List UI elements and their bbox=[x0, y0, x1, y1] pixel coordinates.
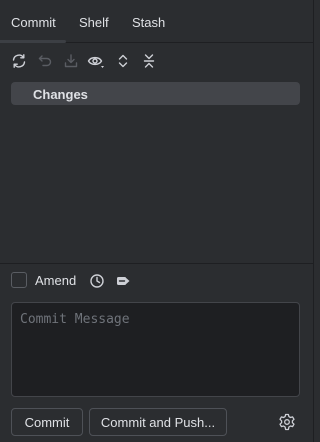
commit-toolbar bbox=[0, 48, 313, 74]
commit-options-icon[interactable] bbox=[113, 271, 133, 291]
amend-checkbox[interactable] bbox=[11, 272, 27, 288]
changes-label: Changes bbox=[33, 87, 88, 102]
active-tab-indicator bbox=[0, 40, 66, 43]
tab-bar: Commit Shelf Stash bbox=[0, 0, 313, 43]
gear-icon[interactable] bbox=[278, 413, 296, 431]
collapse-all-icon[interactable] bbox=[139, 51, 159, 71]
rollback-icon[interactable] bbox=[35, 51, 55, 71]
changes-list-node[interactable]: Changes bbox=[11, 82, 300, 105]
download-icon[interactable] bbox=[61, 51, 81, 71]
amend-row: Amend bbox=[0, 268, 313, 296]
commit-button[interactable]: Commit bbox=[11, 408, 83, 436]
amend-label[interactable]: Amend bbox=[35, 273, 76, 288]
commit-message-input[interactable] bbox=[12, 303, 299, 396]
tab-commit[interactable]: Commit bbox=[11, 15, 56, 30]
refresh-icon[interactable] bbox=[9, 51, 29, 71]
commit-message-box bbox=[11, 302, 300, 397]
commit-and-push-button[interactable]: Commit and Push... bbox=[89, 408, 227, 436]
clock-icon[interactable] bbox=[87, 271, 107, 291]
divider bbox=[0, 263, 313, 264]
changes-tree: Changes bbox=[0, 78, 313, 262]
tab-stash[interactable]: Stash bbox=[132, 15, 165, 30]
expand-all-icon[interactable] bbox=[113, 51, 133, 71]
eye-icon[interactable] bbox=[87, 51, 107, 71]
commit-tool-window: Commit Shelf Stash Changes Amend Commit … bbox=[0, 0, 314, 442]
tab-shelf[interactable]: Shelf bbox=[79, 15, 109, 30]
